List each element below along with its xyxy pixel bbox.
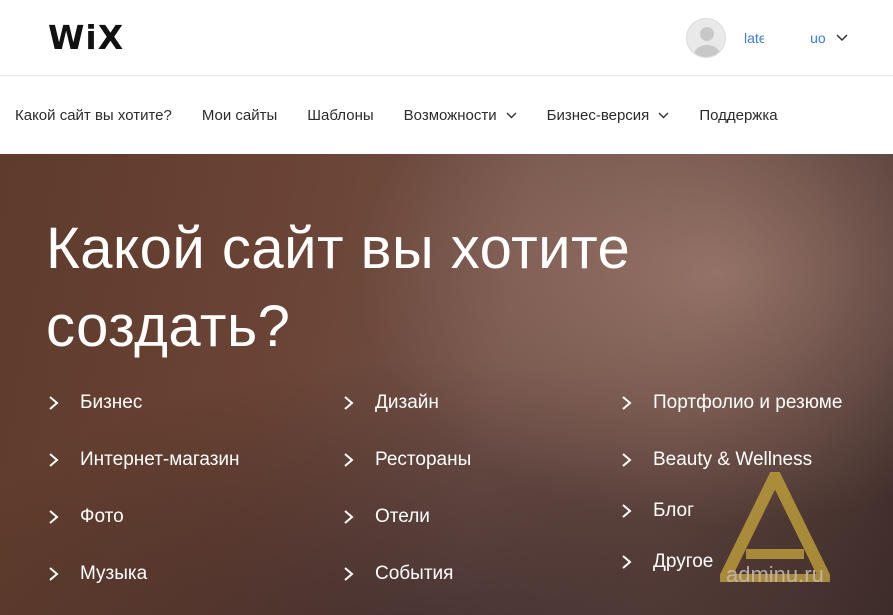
top-header: WiX late████.uo — [0, 0, 893, 76]
main-nav: Какой сайт вы хотите? Мои сайты Шаблоны … — [0, 77, 893, 154]
chevron-right-icon — [49, 510, 59, 524]
redaction-mask — [764, 30, 810, 46]
category-label: Интернет-магазин — [80, 449, 240, 470]
category-label: Другое — [653, 551, 714, 572]
hero-title-line1: Какой сайт вы хотите — [46, 216, 631, 281]
category-label: Фото — [80, 506, 124, 527]
category-label: Портфолио и резюме — [653, 392, 843, 413]
category-business[interactable]: Бизнес — [46, 392, 142, 414]
chevron-right-icon — [344, 567, 354, 581]
category-hotels[interactable]: Отели — [341, 506, 430, 528]
category-photo[interactable]: Фото — [46, 506, 124, 528]
account-menu[interactable]: late████.uo — [686, 18, 848, 58]
nav-item-label: Бизнес-версия — [546, 107, 650, 124]
chevron-right-icon — [49, 567, 59, 581]
nav-item-which-site[interactable]: Какой сайт вы хотите? — [15, 107, 172, 124]
chevron-down-icon — [658, 112, 669, 119]
hero-section: Какой сайт вы хотите создать? Бизнес Инт… — [0, 154, 893, 615]
nav-item-label: Возможности — [403, 107, 497, 124]
category-music[interactable]: Музыка — [46, 563, 147, 585]
category-label: Отели — [375, 506, 430, 527]
wix-logo[interactable]: WiX — [48, 21, 124, 55]
category-label: Дизайн — [375, 392, 439, 413]
nav-item-my-sites[interactable]: Мои сайты — [202, 107, 277, 124]
category-other[interactable]: Другое — [619, 551, 713, 573]
chevron-right-icon — [49, 453, 59, 467]
nav-item-label: Поддержка — [699, 107, 778, 124]
category-events[interactable]: События — [341, 563, 453, 585]
chevron-down-icon[interactable] — [836, 34, 848, 42]
hero-title: Какой сайт вы хотите создать? — [46, 210, 806, 366]
nav-item-features[interactable]: Возможности — [404, 107, 517, 124]
category-blog[interactable]: Блог — [619, 500, 694, 522]
nav-item-business[interactable]: Бизнес-версия — [547, 107, 670, 124]
category-label: Рестораны — [375, 449, 472, 470]
category-online-store[interactable]: Интернет-магазин — [46, 449, 240, 471]
account-name[interactable]: late████.uo — [744, 30, 826, 46]
category-design[interactable]: Дизайн — [341, 392, 439, 414]
chevron-right-icon — [344, 453, 354, 467]
hero-title-line2: создать? — [46, 294, 291, 359]
user-avatar-icon[interactable] — [686, 18, 726, 58]
category-label: Блог — [653, 500, 695, 521]
chevron-right-icon — [622, 453, 632, 467]
watermark-text: adminu.ru — [726, 562, 824, 587]
category-label: Beauty & Wellness — [653, 449, 813, 470]
chevron-down-icon — [506, 112, 517, 119]
category-label: Бизнес — [80, 392, 143, 413]
nav-item-label: Какой сайт вы хотите? — [15, 107, 172, 124]
category-restaurants[interactable]: Рестораны — [341, 449, 471, 471]
nav-item-label: Шаблоны — [307, 107, 374, 124]
category-label: События — [375, 563, 454, 584]
chevron-right-icon — [49, 396, 59, 410]
chevron-right-icon — [622, 504, 632, 518]
nav-item-label: Мои сайты — [201, 107, 278, 124]
category-beauty-wellness[interactable]: Beauty & Wellness — [619, 449, 812, 471]
nav-item-support[interactable]: Поддержка — [699, 107, 777, 124]
chevron-right-icon — [344, 396, 354, 410]
chevron-right-icon — [622, 396, 632, 410]
chevron-right-icon — [344, 510, 354, 524]
nav-item-templates[interactable]: Шаблоны — [307, 107, 373, 124]
category-label: Музыка — [80, 563, 148, 584]
category-portfolio[interactable]: Портфолио и резюме — [619, 392, 842, 414]
chevron-right-icon — [622, 555, 632, 569]
